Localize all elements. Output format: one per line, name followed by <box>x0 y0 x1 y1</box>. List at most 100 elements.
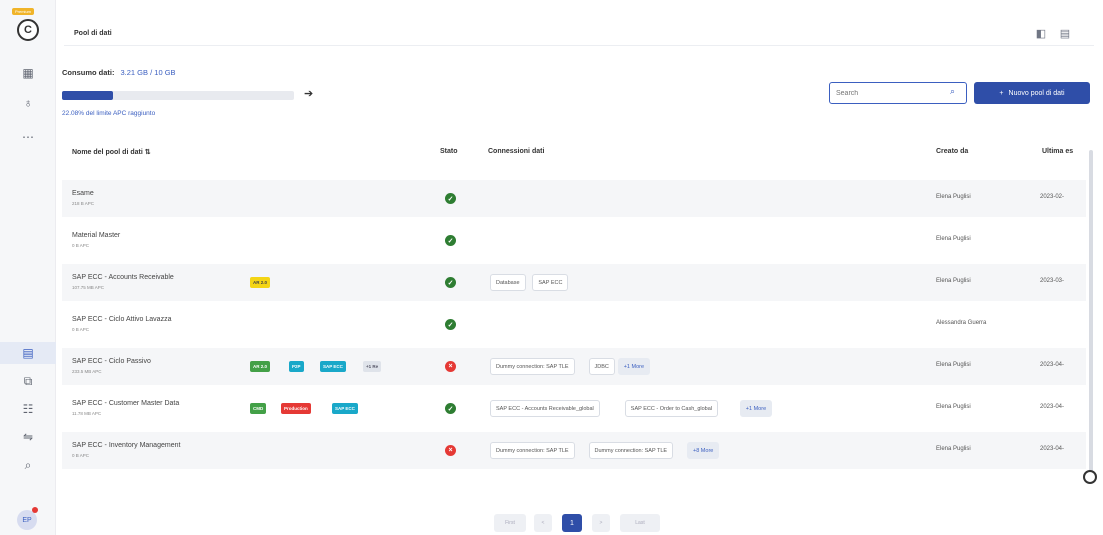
consumption-label: Consumo dati: <box>62 68 115 77</box>
apps-grid-icon[interactable]: ▦ <box>0 62 56 84</box>
pool-size: 218 B APC <box>72 201 95 206</box>
last-execution: 2023-04- <box>1040 446 1065 452</box>
premium-badge: Premium <box>12 8 35 15</box>
pool-size: 233.5 MB APC <box>72 369 102 374</box>
pagination-last[interactable]: Last <box>620 514 660 532</box>
new-data-pool-button[interactable]: + Nuovo pool di dati <box>974 82 1090 104</box>
pool-size: 107.75 MB APC <box>72 285 105 290</box>
created-by: Alessandra Guerra <box>936 320 987 326</box>
status-ok-icon: ✓ <box>445 319 456 330</box>
pagination-next[interactable]: > <box>592 514 610 532</box>
tag-badge[interactable]: AR 2.0 <box>250 277 271 288</box>
status-ok-icon: ✓ <box>445 277 456 288</box>
last-execution: 2023-04- <box>1040 362 1065 368</box>
more-connections-chip[interactable]: +1 More <box>617 358 651 375</box>
more-icon[interactable]: ⋯ <box>0 126 56 148</box>
table-row[interactable]: SAP ECC - Ciclo Passivo 233.5 MB APC AR 2.… <box>62 348 1086 385</box>
column-header-creator: Creato da <box>936 148 969 155</box>
connection-chip[interactable]: SAP ECC - Accounts Receivable_global <box>490 400 600 417</box>
notification-dot <box>32 507 38 513</box>
connection-chip[interactable]: Dummy connection: SAP TLE <box>588 442 674 459</box>
column-header-connections: Connessioni dati <box>488 148 545 155</box>
pool-name[interactable]: SAP ECC - Accounts Receivable <box>72 274 174 281</box>
vertical-scrollbar[interactable] <box>1089 150 1093 480</box>
last-execution: 2023-03- <box>1040 278 1065 284</box>
created-by: Elena Puglisi <box>936 446 971 452</box>
column-header-status: Stato <box>440 148 458 155</box>
table-row[interactable]: SAP ECC - Accounts Receivable 107.75 MB A… <box>62 264 1086 301</box>
connection-chip[interactable]: Database <box>490 274 526 291</box>
tag-badge[interactable]: P2P <box>289 361 304 372</box>
table-row[interactable]: SAP ECC - Inventory Management 0 B APC × Du… <box>62 432 1086 469</box>
breadcrumb[interactable]: Pool di dati <box>74 30 112 37</box>
connection-chip[interactable]: JDBC <box>588 358 615 375</box>
arrow-right-icon[interactable]: ➔ <box>304 87 313 100</box>
pool-name[interactable]: SAP ECC - Customer Master Data <box>72 400 179 407</box>
logo[interactable]: Premium C <box>12 8 42 44</box>
filters-icon[interactable]: ⇋ <box>0 426 56 448</box>
pagination-prev[interactable]: < <box>534 514 552 532</box>
pagination-first[interactable]: First <box>494 514 526 532</box>
created-by: Elena Puglisi <box>936 194 971 200</box>
table-row[interactable]: Material Master 0 B APC ✓ Elena Puglisi <box>62 222 1086 259</box>
data-consumption: Consumo dati: 3.21 GB / 10 GB <box>62 68 176 77</box>
limit-text: 22.08% del limite APC raggiunto <box>62 110 156 117</box>
pool-size: 0 B APC <box>72 327 90 332</box>
search-input[interactable] <box>829 82 967 104</box>
column-header-name[interactable]: Nome del pool di dati ⇅ <box>72 148 151 156</box>
pool-size: 0 B APC <box>72 243 90 248</box>
tag-badge[interactable]: +1 Re <box>363 361 382 372</box>
last-execution: 2023-04- <box>1040 404 1065 410</box>
consumption-progress-bar <box>62 91 294 100</box>
table-row[interactable]: Esame 218 B APC ✓ Elena Puglisi 2023-02- <box>62 180 1086 217</box>
new-data-pool-label: Nuovo pool di dati <box>1008 89 1065 97</box>
pool-size: 0 B APC <box>72 453 90 458</box>
tag-badge[interactable]: CMD <box>250 403 267 414</box>
more-connections-chip[interactable]: +8 More <box>687 442 720 459</box>
connection-chip[interactable]: SAP ECC <box>532 274 569 291</box>
avatar[interactable]: EP <box>17 510 37 530</box>
connection-chip[interactable]: SAP ECC - Order to Cash_global <box>624 400 719 417</box>
column-header-last-execution: Ultima es <box>1042 148 1074 155</box>
tag-badge[interactable]: Production <box>281 403 311 414</box>
pool-name[interactable]: Material Master <box>72 232 120 239</box>
consumption-progress-fill <box>62 91 114 100</box>
status-error-icon: × <box>445 445 456 456</box>
pool-name[interactable]: Esame <box>72 190 94 197</box>
status-ok-icon: ✓ <box>445 403 456 414</box>
tag-badge[interactable]: AR 2.0 <box>250 361 271 372</box>
table-row[interactable]: SAP ECC - Ciclo Attivo Lavazza 0 B APC ✓ Al… <box>62 306 1086 343</box>
table-header: Nome del pool di dati ⇅ Stato Connession… <box>62 140 1086 164</box>
status-error-icon: × <box>445 361 456 372</box>
page-header: Pool di dati ◧ ▤ <box>64 22 1094 46</box>
data-pools-icon[interactable]: ▤ <box>0 342 56 364</box>
search-icon[interactable]: ⌕ <box>950 86 955 97</box>
tag-badge[interactable]: SAP ECC <box>332 403 358 414</box>
document-icon[interactable]: ▤ <box>1058 26 1072 40</box>
connection-chip[interactable]: Dummy connection: SAP TLE <box>490 358 575 375</box>
tag-badge[interactable]: SAP ECC <box>320 361 346 372</box>
last-execution: 2023-02- <box>1040 194 1065 200</box>
pool-size: 11.78 MB APC <box>72 411 102 416</box>
plus-icon: + <box>999 89 1004 97</box>
pool-name[interactable]: SAP ECC - Ciclo Passivo <box>72 358 151 365</box>
more-connections-chip[interactable]: +1 More <box>739 400 773 417</box>
process-icon[interactable]: ♁ <box>0 92 56 114</box>
open-external-icon[interactable]: ⧉ <box>0 370 56 392</box>
pool-name[interactable]: SAP ECC - Inventory Management <box>72 442 180 449</box>
calendar-icon[interactable]: ☷ <box>0 398 56 420</box>
search-icon[interactable]: ⌕ <box>0 454 56 476</box>
consumption-value: 3.21 GB / 10 GB <box>120 68 176 77</box>
created-by: Elena Puglisi <box>936 362 971 368</box>
sidebar: Premium C ▦ ♁ ⋯ ▤ ⧉ ☷ ⇋ ⌕ EP <box>0 0 56 535</box>
pagination-page-1[interactable]: 1 <box>562 514 582 532</box>
table-row[interactable]: SAP ECC - Customer Master Data 11.78 MB A… <box>62 390 1086 427</box>
help-icon[interactable] <box>1083 470 1097 484</box>
logo-icon: C <box>17 19 39 41</box>
status-ok-icon: ✓ <box>445 193 456 204</box>
created-by: Elena Puglisi <box>936 404 971 410</box>
status-ok-icon: ✓ <box>445 235 456 246</box>
panel-icon[interactable]: ◧ <box>1034 26 1048 40</box>
pool-name[interactable]: SAP ECC - Ciclo Attivo Lavazza <box>72 316 171 323</box>
connection-chip[interactable]: Dummy connection: SAP TLE <box>490 442 575 459</box>
